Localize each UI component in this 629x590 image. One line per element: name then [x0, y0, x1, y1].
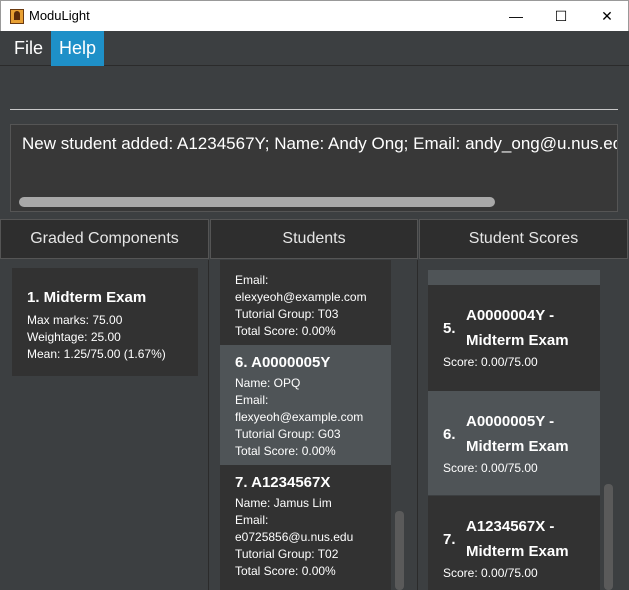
graded-component-card[interactable]: 1. Midterm Exam Max marks: 75.00 Weighta… [12, 268, 198, 376]
scores-vertical-scrollbar[interactable] [604, 484, 613, 590]
student-card[interactable]: Email: elexyeoh@example.com Tutorial Gro… [220, 260, 391, 345]
student-email-label: Email: [235, 273, 269, 287]
component-title: 1. Midterm Exam [27, 289, 147, 306]
close-button[interactable]: ✕ [584, 1, 629, 31]
score-title: A1234567X - Midterm Exam [466, 518, 569, 560]
score-value: Score: 0.00/75.00 [443, 355, 538, 369]
header-students: Students [210, 219, 418, 259]
graded-components-list: 1. Midterm Exam Max marks: 75.00 Weighta… [0, 260, 209, 590]
menu-help[interactable]: Help [51, 31, 105, 66]
student-card[interactable] [220, 585, 391, 590]
student-total-score: Total Score: 0.00% [235, 444, 336, 458]
student-name: Name: Jamus Lim [235, 496, 332, 510]
student-title: 6. A0000005Y [235, 354, 331, 371]
result-horizontal-scrollbar[interactable] [19, 197, 495, 207]
score-card[interactable]: 6. A0000005Y - Midterm Exam Score: 0.00/… [428, 391, 600, 495]
score-card[interactable]: 7. A1234567X - Midterm Exam Score: 0.00/… [428, 496, 600, 590]
menu-file[interactable]: File [6, 31, 51, 66]
minimize-button[interactable]: — [493, 1, 539, 31]
student-name: Name: OPQ [235, 376, 301, 390]
window-title: ModuLight [29, 8, 90, 23]
student-tutorial-group: Tutorial Group: G03 [235, 427, 341, 441]
score-index: 5. [443, 320, 456, 337]
score-card[interactable]: 5. A0000004Y - Midterm Exam Score: 0.00/… [428, 285, 600, 391]
header-student-scores: Student Scores [419, 219, 628, 259]
student-total-score: Total Score: 0.00% [235, 564, 336, 578]
result-message: New student added: A1234567Y; Name: Andy… [22, 134, 618, 153]
score-index: 6. [443, 426, 456, 443]
student-email-label: Email: [235, 393, 269, 407]
score-value: Score: 0.00/75.00 [443, 461, 538, 475]
student-tutorial-group: Tutorial Group: T02 [235, 547, 339, 561]
title-bar: ModuLight — ☐ ✕ [0, 0, 629, 31]
score-value: Score: 0.00/75.00 [443, 566, 538, 580]
score-card[interactable] [428, 270, 600, 285]
students-vertical-scrollbar[interactable] [395, 511, 404, 590]
command-input[interactable] [10, 75, 618, 110]
menu-bar: File Help [0, 31, 629, 66]
component-max-marks: Max marks: 75.00 [27, 313, 123, 327]
app-logo-icon [10, 9, 24, 24]
students-list: Email: elexyeoh@example.com Tutorial Gro… [210, 260, 418, 590]
student-email-label: Email: [235, 513, 269, 527]
student-email: e0725856@u.nus.edu [235, 530, 354, 544]
student-scores-list: 5. A0000004Y - Midterm Exam Score: 0.00/… [419, 260, 629, 590]
student-card[interactable]: 6. A0000005Y Name: OPQ Email: flexyeoh@e… [220, 345, 391, 465]
student-total-score: Total Score: 0.00% [235, 324, 336, 338]
score-title: A0000005Y - Midterm Exam [466, 413, 569, 455]
score-title: A0000004Y - Midterm Exam [466, 307, 569, 349]
student-card[interactable]: 7. A1234567X Name: Jamus Lim Email: e072… [220, 465, 391, 585]
component-weightage: Weightage: 25.00 [27, 330, 121, 344]
command-area [0, 66, 629, 118]
student-email: flexyeoh@example.com [235, 410, 364, 424]
student-email: elexyeoh@example.com [235, 290, 367, 304]
component-mean: Mean: 1.25/75.00 (1.67%) [27, 347, 166, 361]
score-index: 7. [443, 531, 456, 548]
student-title: 7. A1234567X [235, 474, 331, 491]
maximize-button[interactable]: ☐ [538, 1, 584, 31]
result-display: New student added: A1234567Y; Name: Andy… [10, 124, 618, 212]
header-graded-components: Graded Components [0, 219, 209, 259]
student-tutorial-group: Tutorial Group: T03 [235, 307, 339, 321]
